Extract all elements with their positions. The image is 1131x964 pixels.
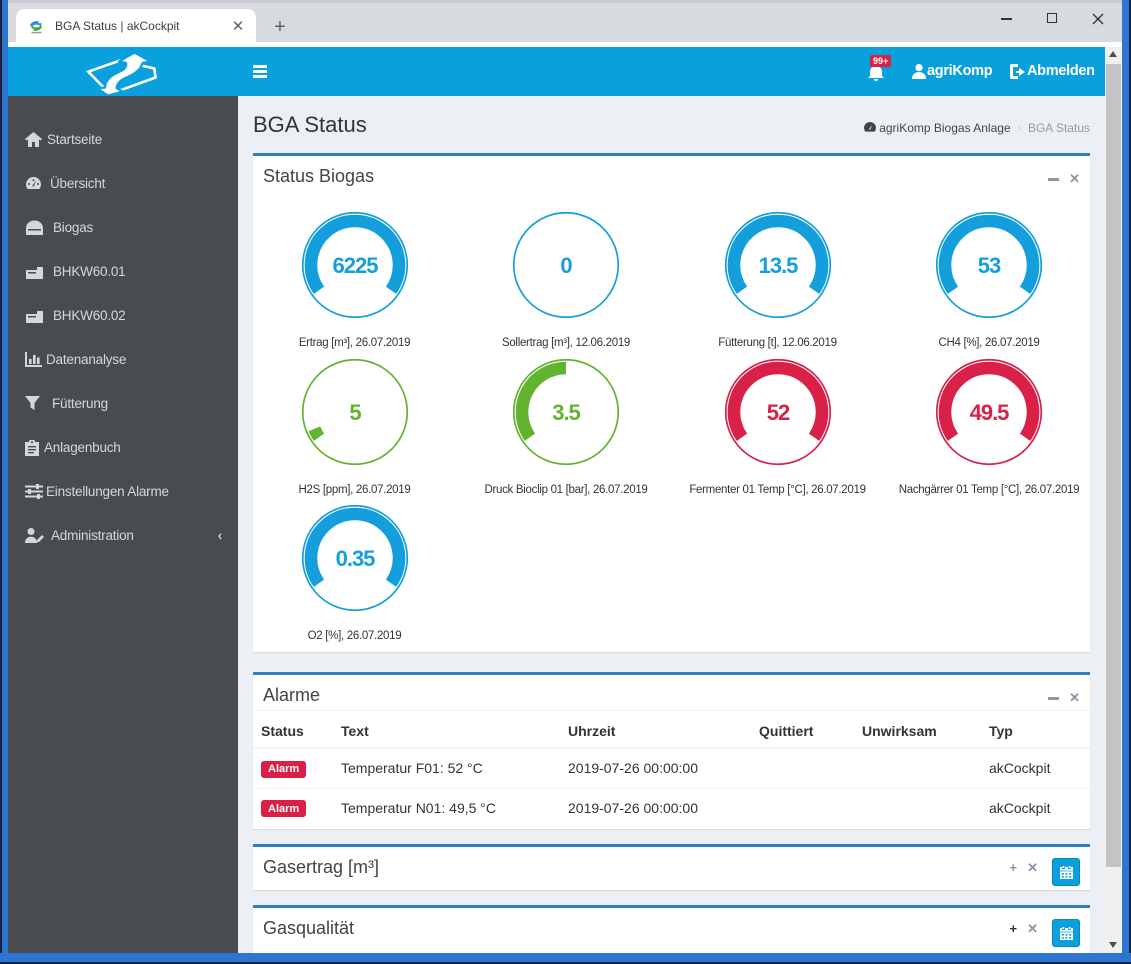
- svg-text:0: 0: [560, 253, 572, 278]
- svg-text:53: 53: [978, 253, 1001, 278]
- svg-text:49.5: 49.5: [970, 400, 1010, 425]
- svg-text:0.35: 0.35: [335, 546, 375, 571]
- svg-text:52: 52: [766, 400, 789, 425]
- svg-text:13.5: 13.5: [758, 253, 798, 278]
- svg-text:3.5: 3.5: [552, 400, 580, 425]
- svg-text:6225: 6225: [332, 253, 378, 278]
- svg-text:5: 5: [349, 400, 361, 425]
